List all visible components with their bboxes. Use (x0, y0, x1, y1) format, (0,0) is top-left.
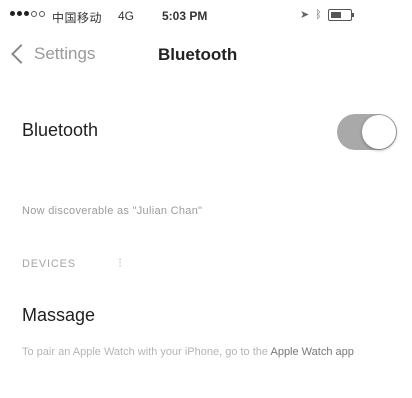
network-type: 4G (118, 9, 135, 23)
page-title: Bluetooth (158, 45, 238, 64)
location-icon: ➤ (300, 9, 310, 21)
navigation-bar: Settings Bluetooth (0, 34, 412, 84)
toggle-knob (362, 115, 396, 149)
device-row-massage[interactable]: Massage (0, 300, 412, 340)
bluetooth-status-icon: ᛒ (315, 8, 322, 21)
discoverable-text: Now discoverable as "Julian Chan" (22, 205, 203, 217)
signal-strength-icon (10, 11, 45, 17)
bluetooth-label: Bluetooth (22, 120, 99, 140)
searching-spinner-icon: ⁝ (118, 255, 123, 270)
battery-icon (327, 8, 354, 21)
back-button-label: Settings (34, 44, 96, 63)
status-time: 5:03 PM (162, 9, 208, 23)
carrier-name: 中国移动 (52, 11, 103, 25)
chevron-left-icon (11, 44, 31, 64)
bluetooth-setting-row: Bluetooth (0, 110, 412, 154)
apple-watch-note: To pair an Apple Watch with your iPhone,… (22, 345, 398, 361)
back-button[interactable]: Settings (10, 44, 95, 64)
status-bar: 中国移动 4G 5:03 PM ➤ ᛒ (0, 0, 412, 34)
device-name: Massage (22, 305, 96, 325)
devices-section-header: DEVICES (22, 258, 76, 270)
apple-watch-app-link[interactable]: Apple Watch app (270, 346, 353, 358)
apple-watch-note-text: To pair an Apple Watch with your iPhone,… (22, 346, 269, 358)
bluetooth-toggle[interactable] (337, 114, 397, 150)
status-icons: ➤ ᛒ (300, 8, 354, 21)
